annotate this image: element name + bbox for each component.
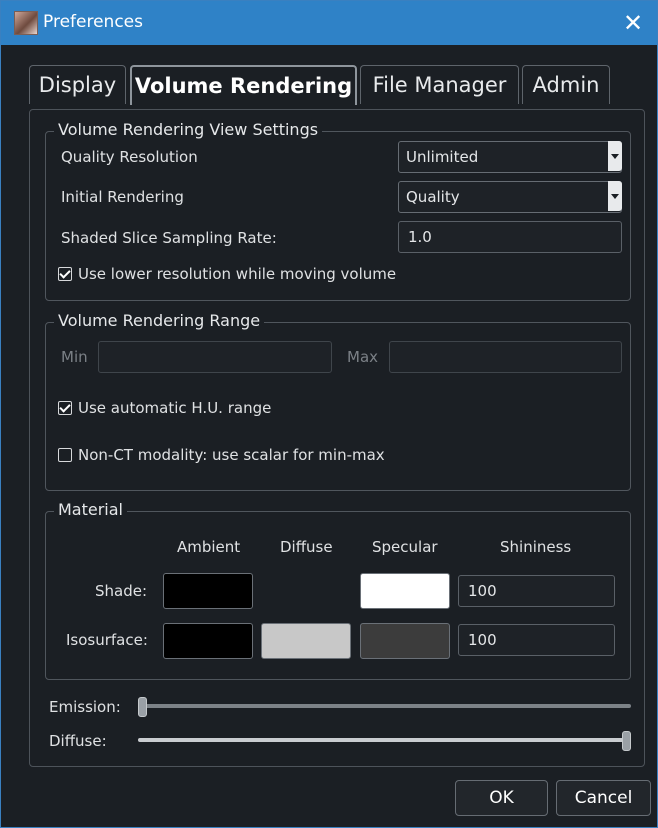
shade-specular-swatch[interactable] [360,573,450,609]
isosurface-shininess-input[interactable]: 100 [458,624,615,656]
sampling-rate-label: Shaded Slice Sampling Rate: [61,229,277,247]
emission-slider-handle[interactable] [138,697,147,717]
window-title: Preferences [43,12,143,32]
isosurface-diffuse-swatch[interactable] [261,623,351,659]
view-settings-title: Volume Rendering View Settings [54,120,323,139]
isosurface-shininess-value: 100 [468,631,497,649]
sampling-rate-value: 1.0 [408,228,432,246]
auto-hu-checkbox[interactable] [58,401,72,415]
specular-header: Specular [372,538,438,556]
app-icon [14,11,38,35]
max-input[interactable] [389,341,622,373]
isosurface-label: Isosurface: [66,631,148,649]
isosurface-ambient-swatch[interactable] [163,623,253,659]
diffuse-slider-track[interactable] [138,738,631,742]
chevron-down-icon [608,141,622,171]
tab-volume-rendering[interactable]: Volume Rendering [130,65,357,105]
quality-resolution-select[interactable]: Unlimited [398,141,622,173]
quality-resolution-label: Quality Resolution [61,148,198,166]
preferences-dialog: Preferences ✕ Display Volume Rendering F… [0,0,658,828]
shininess-header: Shininess [500,538,572,556]
chevron-down-icon [608,181,622,211]
cancel-button[interactable]: Cancel [556,780,651,816]
tab-file-manager[interactable]: File Manager [360,65,519,104]
material-title: Material [54,500,127,519]
emission-slider-track[interactable] [138,704,631,708]
isosurface-specular-swatch[interactable] [360,623,450,659]
non-ct-label: Non-CT modality: use scalar for min-max [78,446,385,464]
shade-ambient-swatch[interactable] [163,573,253,609]
close-icon: ✕ [622,9,644,37]
sampling-rate-input[interactable]: 1.0 [398,221,622,253]
title-bar: Preferences ✕ [1,1,657,45]
initial-rendering-value: Quality [406,188,460,206]
quality-resolution-value: Unlimited [406,148,479,166]
diffuse-header: Diffuse [280,538,333,556]
max-label: Max [347,348,379,366]
emission-label: Emission: [49,698,121,716]
shade-shininess-input[interactable]: 100 [458,575,615,607]
ok-button[interactable]: OK [455,780,548,816]
tab-admin[interactable]: Admin [522,65,610,104]
range-title: Volume Rendering Range [54,311,265,330]
ambient-header: Ambient [177,538,241,556]
min-label: Min [61,348,88,366]
tab-display[interactable]: Display [29,65,126,104]
initial-rendering-select[interactable]: Quality [398,181,622,213]
diffuse-slider-handle[interactable] [622,731,631,751]
initial-rendering-label: Initial Rendering [61,188,184,206]
diffuse-slider-label: Diffuse: [49,732,107,750]
non-ct-checkbox[interactable] [58,448,72,462]
lower-resolution-label: Use lower resolution while moving volume [78,265,397,283]
min-input[interactable] [98,341,332,373]
shade-label: Shade: [95,582,148,600]
shade-shininess-value: 100 [468,582,497,600]
close-button[interactable]: ✕ [617,7,649,39]
lower-resolution-checkbox[interactable] [58,267,72,281]
auto-hu-label: Use automatic H.U. range [78,399,272,417]
